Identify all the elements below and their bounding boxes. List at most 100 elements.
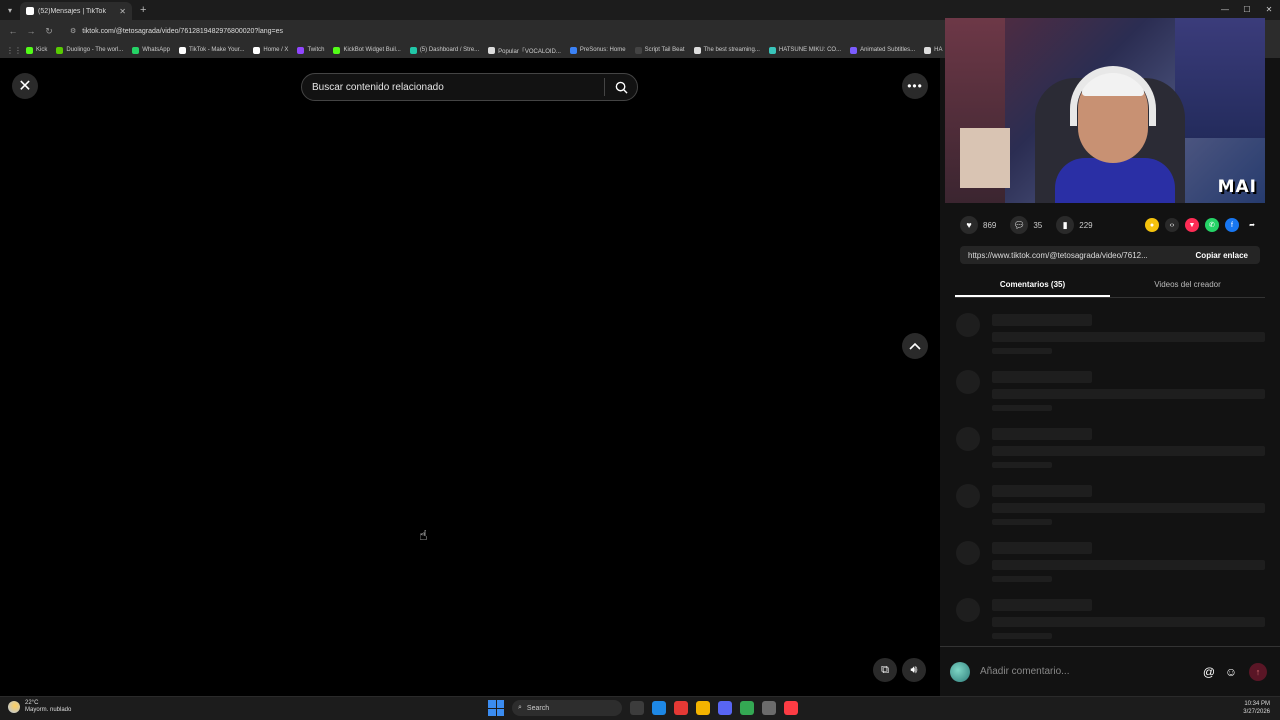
mention-icon[interactable]: @ <box>1201 665 1217 679</box>
skeleton-avatar <box>956 427 980 451</box>
tab-title: (52)Mensajes | TikTok <box>38 7 106 15</box>
taskbar-search[interactable]: ⌕ Search <box>512 700 622 716</box>
address-bar[interactable]: ⚙ tiktok.com/@tetosagrada/video/76128194… <box>64 23 934 39</box>
skeleton-line <box>992 599 1092 611</box>
maximize-icon[interactable]: ☐ <box>1236 0 1258 20</box>
send-comment-button[interactable]: ↑ <box>1249 662 1267 681</box>
bookmark-item[interactable]: Kick <box>26 46 48 54</box>
comment-input[interactable] <box>980 659 1195 684</box>
bookmark-item[interactable]: WhatsApp <box>132 46 170 54</box>
chrome-icon[interactable] <box>674 701 688 715</box>
bookmark-label: PreSonus: Home <box>579 47 626 53</box>
bookmark-item[interactable]: Twitch <box>297 46 325 54</box>
site-info-icon[interactable]: ⚙ <box>70 27 76 35</box>
embed-icon[interactable]: ‹› <box>1165 218 1179 232</box>
bookmark-label: Duolingo - The worl... <box>66 47 124 53</box>
comment-stat[interactable]: 💬︎ 35 <box>1010 216 1042 234</box>
window-controls: — ☐ ✕ <box>1214 0 1280 20</box>
whatsapp-icon[interactable]: ✆ <box>1205 218 1219 232</box>
bookmark-item[interactable]: (5) Dashboard / Stre... <box>409 46 479 54</box>
bookmark-label: HATSUNE MIKU: CO... <box>778 47 842 53</box>
webcam-label: MAI <box>1217 177 1257 197</box>
related-search-input[interactable] <box>302 74 604 100</box>
copy-link-button[interactable]: Copiar enlace <box>1184 251 1260 260</box>
bookmark-label: Home / X <box>263 47 289 53</box>
bookmark-item[interactable]: HATSUNE MIKU: CO... <box>768 46 842 54</box>
skeleton-avatar <box>956 313 980 337</box>
tab-close-icon[interactable]: ✕ <box>119 7 126 16</box>
clock-time: 10:34 PM <box>1244 701 1270 707</box>
bookmark-label: Twitch <box>307 47 325 53</box>
video-link[interactable]: https://www.tiktok.com/@tetosagrada/vide… <box>960 251 1184 260</box>
windows-taskbar: 22°C Mayorm. nublado ⌕ Search 10:34 PM 3… <box>0 696 1280 720</box>
skeleton-line <box>992 405 1052 411</box>
more-options-button[interactable]: ••• <box>902 73 928 99</box>
copy-link-bar: https://www.tiktok.com/@tetosagrada/vide… <box>960 246 1260 264</box>
bookmark-favicon-icon <box>634 46 642 54</box>
like-count: 869 <box>983 220 997 230</box>
skeleton-avatar <box>956 541 980 565</box>
back-icon[interactable]: ← <box>4 26 22 36</box>
system-clock[interactable]: 10:34 PM 3/27/2026 <box>1243 700 1270 716</box>
forward-icon[interactable]: → <box>22 26 40 36</box>
skeleton-line <box>992 633 1052 639</box>
search-button[interactable] <box>605 74 637 100</box>
browser-tab-active[interactable]: (52)Mensajes | TikTok ✕ <box>20 2 132 20</box>
mail-icon[interactable] <box>652 701 666 715</box>
music-icon[interactable] <box>784 701 798 715</box>
bookmark-item[interactable]: Home / X <box>253 46 289 54</box>
window-close-icon[interactable]: ✕ <box>1258 0 1280 20</box>
bookmark-item[interactable]: HA <box>924 46 943 54</box>
bookmark-label: KickBot Widget Buil... <box>343 47 401 53</box>
close-button[interactable]: ✕ <box>12 73 38 99</box>
apps-grid-icon[interactable]: ⋮⋮ <box>6 46 22 55</box>
more-icon: ••• <box>907 79 923 93</box>
close-icon: ✕ <box>18 78 32 95</box>
emoji-icon[interactable]: ☺ <box>1223 665 1239 679</box>
volume-button[interactable]: 🔊︎ <box>902 658 926 682</box>
tab-list-icon[interactable]: ▾ <box>0 0 20 20</box>
reload-icon[interactable]: ↻ <box>40 26 58 37</box>
webcam-shelf <box>960 128 1010 188</box>
bookmark-item[interactable]: Script Tail Beat <box>634 46 685 54</box>
tab-comments[interactable]: Comentarios (35) <box>955 276 1110 297</box>
bookmark-item[interactable]: TikTok - Make Your... <box>178 46 244 54</box>
webcam-person-body <box>1055 158 1175 203</box>
skeleton-avatar <box>956 598 980 622</box>
skeleton-line <box>992 446 1265 456</box>
share-arrow-icon[interactable]: ➦ <box>1245 218 1259 232</box>
skeleton-line <box>992 389 1265 399</box>
browser-icon[interactable] <box>740 701 754 715</box>
bookmark-item[interactable]: Animated Subtitles... <box>850 46 915 54</box>
search-icon <box>615 81 628 94</box>
skeleton-line <box>992 503 1265 513</box>
pip-icon: ⧉ <box>881 663 889 676</box>
bookmark-label: HA <box>934 47 943 53</box>
weather-temp: 22°C <box>25 700 39 706</box>
comment-icon: 💬︎ <box>1010 216 1029 234</box>
chevron-up-icon <box>909 342 921 350</box>
picture-in-picture-button[interactable]: ⧉ <box>873 658 897 682</box>
discord-icon[interactable] <box>718 701 732 715</box>
like-stat[interactable]: ♥ 869 <box>960 216 996 234</box>
tab-creator-videos[interactable]: Videos del creador <box>1110 276 1265 297</box>
facebook-icon[interactable]: f <box>1225 218 1239 232</box>
windows-start-icon[interactable] <box>488 700 504 716</box>
settings-icon[interactable] <box>762 701 776 715</box>
bookmark-item[interactable]: PreSonus: Home <box>569 46 626 54</box>
bookmark-label: Kick <box>36 47 48 53</box>
send-icon[interactable]: ▼ <box>1185 218 1199 232</box>
coin-icon[interactable]: ● <box>1145 218 1159 232</box>
save-stat[interactable]: ▮ 229 <box>1056 216 1093 234</box>
previous-video-button[interactable] <box>902 333 928 359</box>
bookmark-item[interactable]: Duolingo - The worl... <box>56 46 124 54</box>
bookmark-item[interactable]: The best streaming... <box>693 46 760 54</box>
task-view-icon[interactable] <box>630 701 644 715</box>
bookmark-item[interactable]: Popular「VOCALOID... <box>488 46 561 55</box>
weather-widget[interactable]: 22°C Mayorm. nublado <box>8 700 71 714</box>
minimize-icon[interactable]: — <box>1214 0 1236 20</box>
file-explorer-icon[interactable] <box>696 701 710 715</box>
bookmark-favicon-icon <box>768 46 776 54</box>
new-tab-icon[interactable]: + <box>140 4 146 16</box>
bookmark-item[interactable]: KickBot Widget Buil... <box>333 46 401 54</box>
